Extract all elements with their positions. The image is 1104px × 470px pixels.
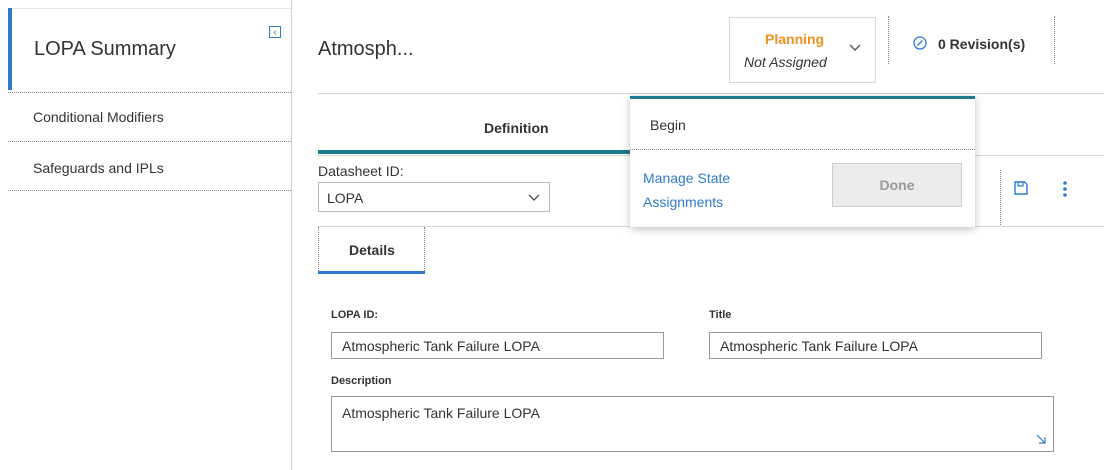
chevron-down-icon bbox=[528, 194, 540, 201]
title-field[interactable] bbox=[709, 332, 1042, 359]
resize-icon[interactable] bbox=[1036, 434, 1046, 444]
state-assignment: Not Assigned bbox=[744, 54, 827, 70]
sidebar-divider-dotted bbox=[8, 190, 291, 191]
lopa-id-field[interactable] bbox=[331, 332, 664, 359]
save-icon[interactable] bbox=[1013, 180, 1029, 196]
sidebar-active-indicator bbox=[8, 8, 12, 90]
chevron-down-icon[interactable] bbox=[848, 42, 862, 52]
sidebar-divider-dotted bbox=[8, 141, 291, 142]
description-label: Description bbox=[331, 375, 392, 387]
tab-active-indicator bbox=[318, 150, 630, 154]
more-vertical-icon[interactable] bbox=[1062, 180, 1068, 198]
state-transition-begin[interactable]: Begin bbox=[650, 117, 686, 133]
sidebar-divider-dotted bbox=[8, 92, 291, 93]
done-button[interactable]: Done bbox=[832, 163, 962, 207]
collapse-icon[interactable]: ‹ bbox=[269, 26, 281, 38]
sidebar-title: LOPA Summary bbox=[34, 38, 176, 60]
toolbar-separator bbox=[1000, 170, 1001, 225]
sidebar-divider bbox=[291, 0, 292, 470]
description-field[interactable]: Atmospheric Tank Failure LOPA bbox=[331, 396, 1054, 452]
tab-details-indicator bbox=[318, 271, 425, 274]
header-separator bbox=[888, 16, 889, 64]
manage-state-assignments-link[interactable]: Manage State Assignments bbox=[643, 166, 763, 214]
datasheet-value: LOPA bbox=[327, 190, 364, 206]
sidebar-item-conditional-modifiers[interactable]: Conditional Modifiers bbox=[33, 109, 164, 125]
datasheet-label: Datasheet ID: bbox=[318, 163, 404, 179]
sidebar-item-safeguards-and-ipls[interactable]: Safeguards and IPLs bbox=[33, 160, 164, 176]
lopa-id-label: LOPA ID: bbox=[331, 309, 379, 321]
revision-icon bbox=[913, 36, 927, 50]
header-separator bbox=[1054, 16, 1055, 64]
state-menu-divider bbox=[630, 149, 975, 150]
tab-definition[interactable] bbox=[318, 96, 628, 154]
title-label: Title bbox=[709, 309, 732, 321]
header-divider bbox=[318, 93, 1104, 94]
tab-definition-label: Definition bbox=[484, 120, 549, 136]
state-name: Planning bbox=[765, 31, 825, 47]
revisions-button[interactable]: 0 Revision(s) bbox=[938, 36, 1025, 52]
tab-details-label: Details bbox=[349, 242, 395, 258]
page-title: Atmosph... bbox=[318, 38, 414, 60]
